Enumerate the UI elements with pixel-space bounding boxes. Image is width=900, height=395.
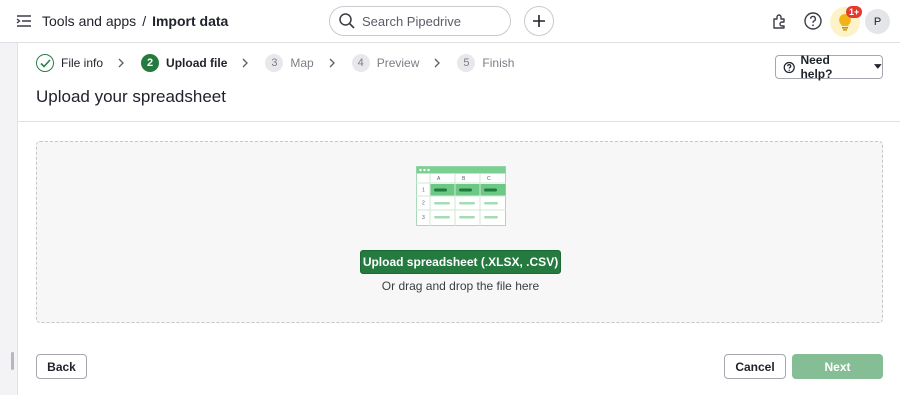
search-icon — [339, 13, 355, 29]
breadcrumb-separator: / — [142, 13, 147, 29]
avatar[interactable]: P — [865, 9, 890, 34]
upload-spreadsheet-button[interactable]: Upload spreadsheet (.XLSX, .CSV) — [360, 250, 561, 274]
page-title: Upload your spreadsheet — [36, 87, 226, 106]
drag-drop-hint: Or drag and drop the file here — [381, 279, 540, 293]
step-label: Upload file — [166, 56, 228, 70]
breadcrumb: Tools and apps / Import data — [42, 13, 228, 29]
help-icon — [783, 61, 795, 73]
step-number: 5 — [457, 54, 476, 72]
back-button[interactable]: Back — [36, 354, 87, 379]
chevron-right-icon — [242, 58, 249, 68]
next-button[interactable]: Next — [792, 354, 883, 379]
cancel-button[interactable]: Cancel — [724, 354, 786, 379]
step-number: 3 — [265, 54, 284, 72]
step-map[interactable]: 3 Map — [265, 54, 314, 72]
checkmark-icon — [36, 54, 54, 72]
need-help-label: Need help? — [800, 53, 833, 81]
file-dropzone[interactable]: A B C 1 2 3 Upload spreadsheet (.XLSX, .… — [36, 141, 883, 323]
step-label: Map — [290, 56, 314, 70]
notification-badge: 1+ — [846, 6, 863, 18]
illustration-col-c: C — [487, 176, 491, 182]
caret-down-icon — [874, 64, 882, 69]
step-label: File info — [61, 56, 104, 70]
quick-add-button[interactable] — [524, 6, 554, 36]
header-divider — [18, 121, 900, 122]
illustration-row-1: 1 — [422, 188, 425, 194]
step-preview[interactable]: 4 Preview — [351, 54, 420, 72]
plus-icon — [533, 15, 545, 27]
step-number: 2 — [141, 54, 160, 72]
illustration-row-3: 3 — [422, 215, 425, 221]
need-help-button[interactable]: Need help? — [775, 53, 883, 81]
illustration-row-2: 2 — [422, 201, 425, 207]
chevron-right-icon — [118, 58, 124, 68]
breadcrumb-tools-and-apps[interactable]: Tools and apps — [42, 13, 136, 29]
help-icon[interactable] — [803, 11, 823, 31]
step-upload-file[interactable]: 2 Upload file — [141, 54, 227, 72]
search-input[interactable] — [362, 13, 502, 29]
chevron-right-icon — [434, 58, 441, 68]
sidebar-resize-handle[interactable] — [11, 352, 14, 370]
import-steps: File info 2 Upload file 3 Map 4 Preview … — [36, 53, 514, 73]
step-file-info[interactable]: File info — [36, 54, 103, 72]
step-number: 4 — [351, 54, 370, 72]
search-box[interactable] — [329, 6, 511, 36]
top-bar: Tools and apps / Import data 1+ P — [0, 0, 900, 43]
step-finish[interactable]: 5 Finish — [457, 54, 514, 72]
sidebar-collapsed — [0, 43, 18, 395]
breadcrumb-import-data: Import data — [152, 13, 229, 29]
puzzle-extensions-icon[interactable] — [770, 11, 790, 31]
step-label: Finish — [482, 56, 515, 70]
menu-collapse-icon[interactable] — [15, 12, 33, 30]
chevron-right-icon — [329, 58, 335, 68]
spreadsheet-illustration: A B C 1 2 3 — [416, 166, 506, 226]
step-label: Preview — [376, 56, 420, 70]
